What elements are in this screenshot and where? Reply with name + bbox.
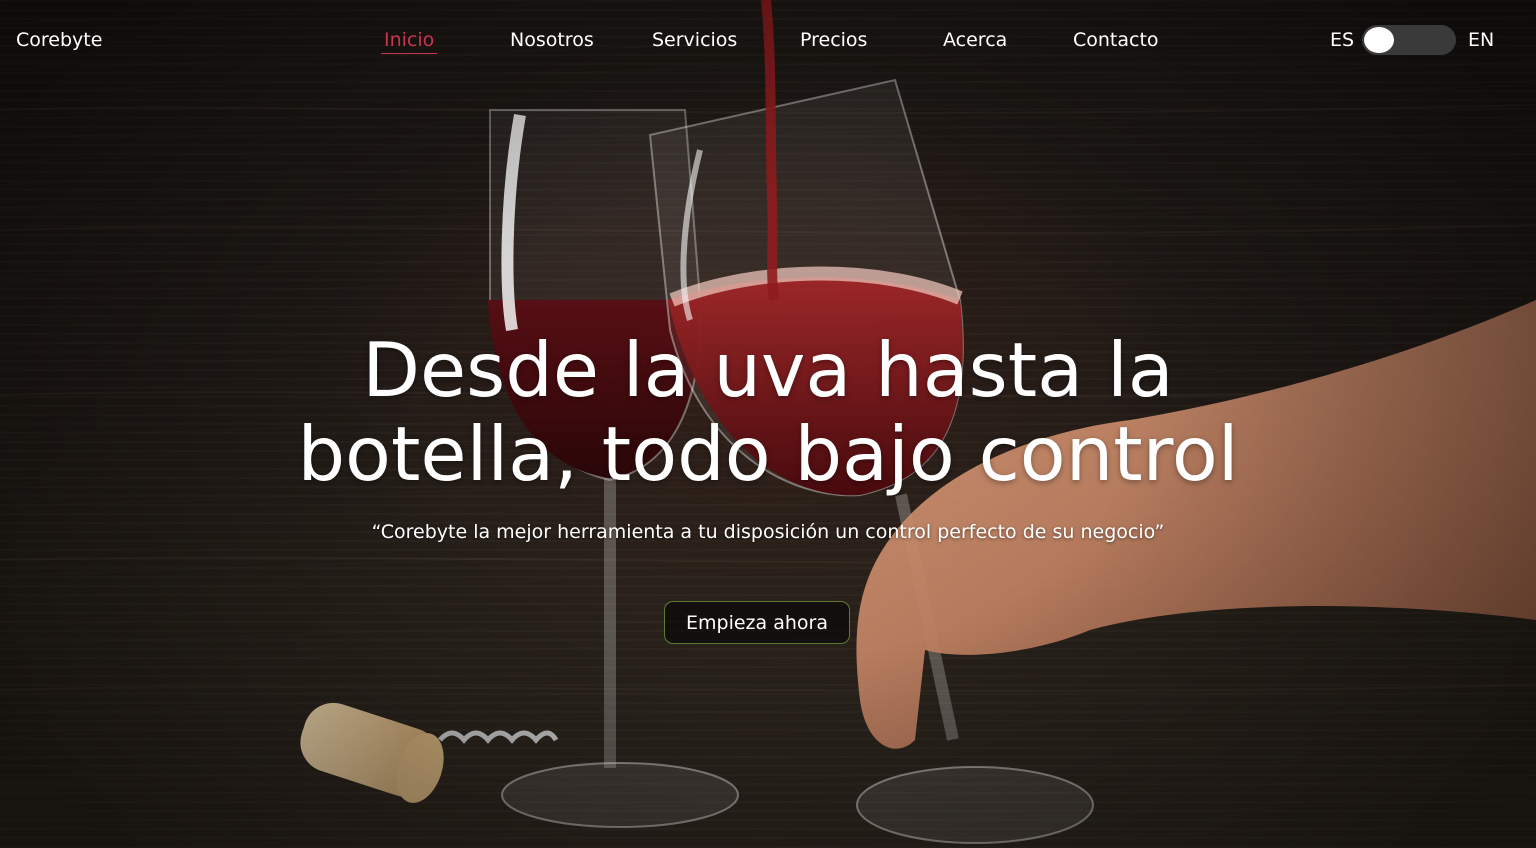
hero-tagline: “Corebyte la mejor herramienta a tu disp…: [371, 521, 1165, 543]
language-label-en: EN: [1468, 29, 1495, 51]
cork: [300, 702, 444, 803]
nav-item-acerca[interactable]: Acerca: [943, 27, 1007, 53]
hero-headline-line-2: botella, todo bajo control: [297, 410, 1239, 498]
toggle-knob: [1364, 27, 1394, 53]
main-nav: Inicio Nosotros Servicios Precios Acerca…: [0, 27, 1536, 54]
nav-item-precios[interactable]: Precios: [800, 27, 867, 53]
hero-section: Corebyte Inicio Nosotros Servicios Preci…: [0, 0, 1536, 848]
language-toggle-switch[interactable]: [1362, 25, 1456, 55]
nav-item-inicio[interactable]: Inicio: [381, 27, 438, 54]
start-now-button[interactable]: Empieza ahora: [664, 601, 850, 644]
language-label-es: ES: [1330, 29, 1355, 51]
hero-headline-line-1: Desde la uva hasta la: [362, 326, 1174, 414]
nav-item-servicios[interactable]: Servicios: [652, 27, 737, 53]
nav-item-nosotros[interactable]: Nosotros: [510, 27, 594, 53]
hero-headline: Desde la uva hasta la botella, todo bajo…: [0, 328, 1536, 496]
nav-item-contacto[interactable]: Contacto: [1073, 27, 1159, 53]
